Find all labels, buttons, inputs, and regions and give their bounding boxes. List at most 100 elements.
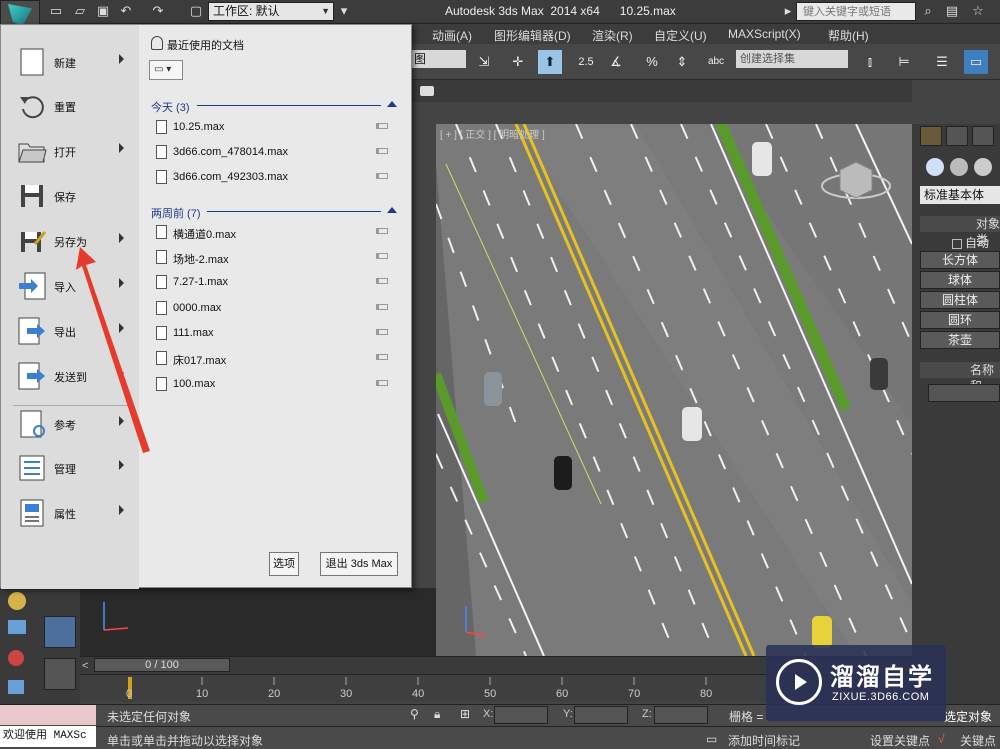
search-icon[interactable]: ⌕ — [920, 3, 936, 19]
light-icon[interactable] — [8, 592, 26, 610]
menu-maxscript[interactable]: MAXScript(X) — [728, 27, 801, 41]
key-filter-icon[interactable]: √ — [938, 732, 945, 746]
absolute-mode-icon[interactable]: ⊞ — [460, 707, 470, 721]
menu-graph-editors[interactable]: 图形编辑器(D) — [494, 27, 571, 44]
recent-group-two-weeks[interactable]: 两周前 (7) — [151, 205, 201, 221]
expand-icon[interactable]: ▸ — [780, 3, 796, 19]
collapse-caret-icon[interactable] — [387, 207, 397, 213]
box-button[interactable]: 长方体 — [920, 251, 1000, 269]
recent-file-item[interactable]: 3d66.com_478014.max — [156, 143, 392, 163]
menu-help[interactable]: 帮助(H) — [828, 27, 869, 44]
menu-command-open[interactable]: 打开 — [1, 130, 139, 174]
menu-command-manage[interactable]: 管理 — [1, 447, 139, 491]
ribbon-toggle-icon[interactable]: ▭ — [964, 50, 988, 74]
recent-file-item[interactable]: 7.27-1.max — [156, 273, 392, 293]
pin-icon[interactable] — [376, 329, 388, 335]
menu-rendering[interactable]: 渲染(R) — [592, 27, 633, 44]
pin-icon[interactable] — [376, 354, 388, 360]
time-tag-icon[interactable]: ▭ — [706, 732, 717, 746]
pin-icon[interactable] — [376, 253, 388, 259]
recent-file-item[interactable]: 0000.max — [156, 299, 392, 319]
recent-view-dropdown[interactable]: ▭ ▾ — [149, 60, 183, 80]
viewport-layout-icon[interactable] — [44, 616, 76, 648]
sphere-button[interactable]: 球体 — [920, 271, 1000, 289]
pin-icon[interactable] — [376, 228, 388, 234]
recent-file-item[interactable]: 111.max — [156, 324, 392, 344]
isolate-icon[interactable]: ⚲ — [410, 707, 419, 721]
select-link-icon[interactable]: ⇲ — [472, 50, 496, 74]
menu-command-new[interactable]: 新建 — [1, 41, 139, 85]
pin-icon[interactable] — [376, 380, 388, 386]
recent-group-today[interactable]: 今天 (3) — [151, 99, 190, 115]
recent-file-item[interactable]: 横通道0.max — [156, 223, 392, 243]
recent-file-item[interactable]: 床017.max — [156, 349, 392, 369]
shapes-icon[interactable] — [950, 158, 968, 176]
collapse-caret-icon[interactable] — [387, 101, 397, 107]
pin-icon[interactable] — [376, 278, 388, 284]
mirror-icon[interactable]: ⫾ — [858, 50, 882, 74]
ribbon-collapse-icon[interactable] — [420, 86, 434, 96]
bones-icon[interactable] — [8, 680, 24, 694]
lower-viewport[interactable] — [80, 588, 436, 656]
menu-command-reset[interactable]: 重置 — [1, 85, 139, 129]
menu-animation[interactable]: 动画(A) — [432, 27, 472, 44]
object-type-rollout[interactable]: 对象类 — [920, 216, 1000, 247]
exit-button[interactable]: 退出 3ds Max — [320, 552, 398, 576]
open-folder-icon[interactable]: ▱ — [72, 3, 88, 19]
modify-tab-icon[interactable] — [946, 126, 968, 146]
quick-access-menu-icon[interactable]: ▾ — [336, 3, 352, 19]
help-icon[interactable]: ▤ — [944, 3, 960, 19]
slider-prev-icon[interactable]: < — [82, 660, 88, 672]
favorites-icon[interactable]: ☆ — [970, 3, 986, 19]
undo-icon[interactable]: ↶ — [118, 3, 134, 19]
selected-object-dropdown[interactable]: 选定对象 — [944, 708, 992, 725]
menu-command-send-to[interactable]: 发送到 — [1, 355, 139, 399]
object-category-dropdown[interactable]: 标准基本体 — [920, 186, 1000, 204]
reference-coordinate-dropdown[interactable]: 图 — [412, 50, 466, 68]
named-selection-set-input[interactable]: 创建选择集 — [736, 50, 848, 68]
recent-file-item[interactable]: 场地-2.max — [156, 248, 392, 268]
recent-file-item[interactable]: 10.25.max — [156, 118, 392, 138]
menu-customize[interactable]: 自定义(U) — [654, 27, 707, 44]
viewport-layout-icon-2[interactable] — [44, 658, 76, 690]
percent-snap-icon[interactable]: % — [640, 50, 664, 74]
lights-icon[interactable] — [974, 158, 992, 176]
menu-command-properties[interactable]: 属性 — [1, 492, 139, 536]
move-icon[interactable]: ✛ — [506, 50, 530, 74]
viewport-label[interactable]: [ + ] [ 正交 ] [ 明暗处理 ] — [440, 126, 545, 141]
maxscript-listener-input[interactable] — [0, 705, 96, 725]
z-coordinate-field[interactable] — [654, 706, 708, 724]
redo-icon[interactable]: ↷ — [150, 3, 166, 19]
new-file-icon[interactable]: ▭ — [48, 3, 64, 19]
name-color-rollout[interactable]: 名称和 — [920, 362, 1000, 393]
snap-toggle-icon[interactable]: 2.5 — [574, 50, 598, 74]
time-slider-thumb[interactable]: 0 / 100 — [94, 658, 230, 672]
y-coordinate-field[interactable] — [574, 706, 628, 724]
pin-icon[interactable] — [376, 123, 388, 129]
menu-command-export[interactable]: 导出 — [1, 310, 139, 354]
save-icon[interactable]: ▣ — [95, 3, 111, 19]
grid-icon[interactable] — [8, 620, 26, 634]
pin-icon[interactable] — [376, 148, 388, 154]
pin-icon[interactable] — [376, 304, 388, 310]
menu-command-import[interactable]: 导入 — [1, 265, 139, 309]
maxscript-mini-listener[interactable]: 欢迎使用 MAXSc — [0, 726, 96, 747]
geometry-icon[interactable] — [926, 158, 944, 176]
x-coordinate-field[interactable] — [494, 706, 548, 724]
menu-command-save[interactable]: 保存 — [1, 175, 139, 219]
lock-icon[interactable]: 🔒︎ — [434, 707, 440, 722]
pin-icon[interactable] — [376, 173, 388, 179]
particles-icon[interactable] — [8, 650, 24, 666]
spinner-snap-icon[interactable]: ⇕ — [670, 50, 694, 74]
menu-command-save-as[interactable]: 另存为 — [1, 220, 139, 264]
key-filters[interactable]: 关键点 — [960, 732, 996, 749]
project-folder-icon[interactable]: ▢ — [188, 3, 204, 19]
menu-command-reference[interactable]: 参考 — [1, 403, 139, 447]
cylinder-button[interactable]: 圆柱体 — [920, 291, 1000, 309]
perspective-viewport[interactable] — [436, 124, 912, 656]
edit-named-selection-icon[interactable]: abc — [704, 50, 728, 74]
create-tab-icon[interactable] — [920, 126, 942, 146]
recent-file-item[interactable]: 3d66.com_492303.max — [156, 168, 392, 188]
recent-file-item[interactable]: 100.max — [156, 375, 392, 395]
hierarchy-tab-icon[interactable] — [972, 126, 994, 146]
